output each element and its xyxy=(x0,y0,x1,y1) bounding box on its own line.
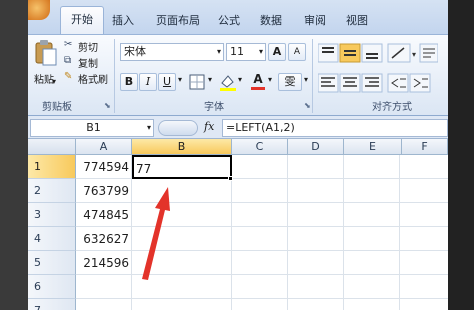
group-separator xyxy=(114,39,115,113)
insert-function-icon[interactable]: fx xyxy=(204,120,214,133)
column-header-a[interactable]: A xyxy=(76,139,132,155)
copy-icon: ⧉ xyxy=(64,55,72,66)
ribbon-home: 粘贴 ▾ ✂ 剪切 ⧉ 复制 ✎ 格式刷 剪贴板 ⬊ 宋体 ▾ 11 ▾ A A… xyxy=(28,34,448,116)
tab-review[interactable]: 审阅 xyxy=(304,12,326,28)
font-size-dropdown-icon[interactable]: ▾ xyxy=(259,44,263,60)
clipboard-group-label: 剪贴板 xyxy=(42,102,72,113)
font-color-button[interactable]: A xyxy=(248,73,268,91)
paste-label[interactable]: 粘贴 xyxy=(34,71,54,86)
fill-handle[interactable] xyxy=(228,176,233,181)
office-button[interactable] xyxy=(28,0,50,20)
font-color-swatch xyxy=(251,87,265,90)
vertical-align-buttons: ▾ xyxy=(317,43,439,63)
underline-button[interactable]: U xyxy=(158,73,176,91)
horizontal-align-buttons xyxy=(317,73,444,93)
screen-left-edge xyxy=(0,0,28,310)
fill-color-dropdown-icon[interactable]: ▾ xyxy=(238,75,242,84)
font-group-label: 字体 xyxy=(204,102,224,113)
font-color-dropdown-icon[interactable]: ▾ xyxy=(268,75,272,84)
formula-input[interactable]: =LEFT(A1,2) xyxy=(222,119,448,137)
format-painter-icon: ✎ xyxy=(64,71,73,82)
underline-dropdown-icon[interactable]: ▾ xyxy=(178,75,182,84)
column-header-d[interactable]: D xyxy=(288,139,344,155)
tab-home[interactable]: 开始 xyxy=(60,6,104,35)
screen-right-edge xyxy=(448,0,474,310)
row-header[interactable]: 1 xyxy=(28,155,76,179)
cut-icon: ✂ xyxy=(64,39,73,50)
cell-a7[interactable] xyxy=(76,299,132,310)
excel-window: 开始 插入 页面布局 公式 数据 审阅 视图 粘贴 ▾ ✂ 剪切 ⧉ 复制 ✎ … xyxy=(28,0,448,310)
alignment-group-label: 对齐方式 xyxy=(372,102,412,113)
column-header-f[interactable]: F xyxy=(402,139,448,155)
tab-data[interactable]: 数据 xyxy=(260,12,282,28)
borders-icon xyxy=(189,74,205,90)
row-header[interactable]: 5 xyxy=(28,251,76,275)
tab-view[interactable]: 视图 xyxy=(346,12,368,28)
fill-color-icon xyxy=(220,75,236,91)
horizontal-align-icons xyxy=(317,73,431,93)
row-header[interactable]: 7 xyxy=(28,299,76,310)
font-launcher-icon[interactable]: ⬊ xyxy=(304,101,311,110)
paste-button[interactable] xyxy=(34,39,58,69)
group-separator xyxy=(312,39,313,113)
tab-formulas[interactable]: 公式 xyxy=(218,12,240,28)
paste-icon xyxy=(35,40,57,66)
phonetic-button[interactable]: 雯 xyxy=(278,73,302,91)
row-header[interactable]: 6 xyxy=(28,275,76,299)
empty-cells-area[interactable] xyxy=(232,155,448,310)
italic-button[interactable]: I xyxy=(139,73,157,91)
copy-button[interactable]: 复制 xyxy=(78,55,98,70)
font-name-dropdown-icon[interactable]: ▾ xyxy=(217,44,221,60)
row-header[interactable]: 2 xyxy=(28,179,76,203)
bold-button[interactable]: B xyxy=(120,73,138,91)
cell-b7[interactable] xyxy=(132,299,232,310)
format-painter-button[interactable]: 格式刷 xyxy=(78,71,108,86)
formula-bar: B1 ▾ fx =LEFT(A1,2) xyxy=(28,117,448,139)
vertical-align-icons: ▾ xyxy=(317,43,439,63)
annotation-arrow xyxy=(142,187,170,280)
tab-insert[interactable]: 插入 xyxy=(112,12,134,28)
paste-dropdown-icon[interactable]: ▾ xyxy=(52,77,56,86)
phonetic-dropdown-icon[interactable]: ▾ xyxy=(304,75,308,84)
font-color-label: A xyxy=(253,72,263,86)
font-name-select[interactable]: 宋体 ▾ xyxy=(120,43,224,61)
column-header-e[interactable]: E xyxy=(344,139,402,155)
font-name-value: 宋体 xyxy=(124,45,146,58)
grow-font-icon[interactable]: A xyxy=(268,43,286,61)
ribbon-tabs: 开始 插入 页面布局 公式 数据 审阅 视图 xyxy=(28,0,448,35)
name-box-dropdown-icon[interactable]: ▾ xyxy=(147,120,151,136)
select-all-corner[interactable] xyxy=(28,139,76,155)
column-header-b[interactable]: B xyxy=(132,139,232,155)
shrink-font-icon[interactable]: A xyxy=(288,43,306,61)
name-box[interactable]: B1 ▾ xyxy=(30,119,154,137)
tab-page-layout[interactable]: 页面布局 xyxy=(156,12,200,28)
name-box-value: B1 xyxy=(86,121,101,134)
borders-button[interactable] xyxy=(188,73,208,91)
column-header-c[interactable]: C xyxy=(232,139,288,155)
borders-dropdown-icon[interactable]: ▾ xyxy=(208,75,212,84)
worksheet-grid: A B C D E F 1 2 3 4 5 6 7 774594 763799 … xyxy=(28,139,448,310)
clipboard-launcher-icon[interactable]: ⬊ xyxy=(104,101,111,110)
font-size-select[interactable]: 11 ▾ xyxy=(226,43,266,61)
font-size-value: 11 xyxy=(230,45,244,58)
cut-button[interactable]: 剪切 xyxy=(78,39,98,54)
formula-bar-expander[interactable] xyxy=(158,120,198,136)
row-header[interactable]: 3 xyxy=(28,203,76,227)
row-header[interactable]: 4 xyxy=(28,227,76,251)
fill-color-button[interactable] xyxy=(218,73,238,91)
svg-text:▾: ▾ xyxy=(412,50,416,59)
